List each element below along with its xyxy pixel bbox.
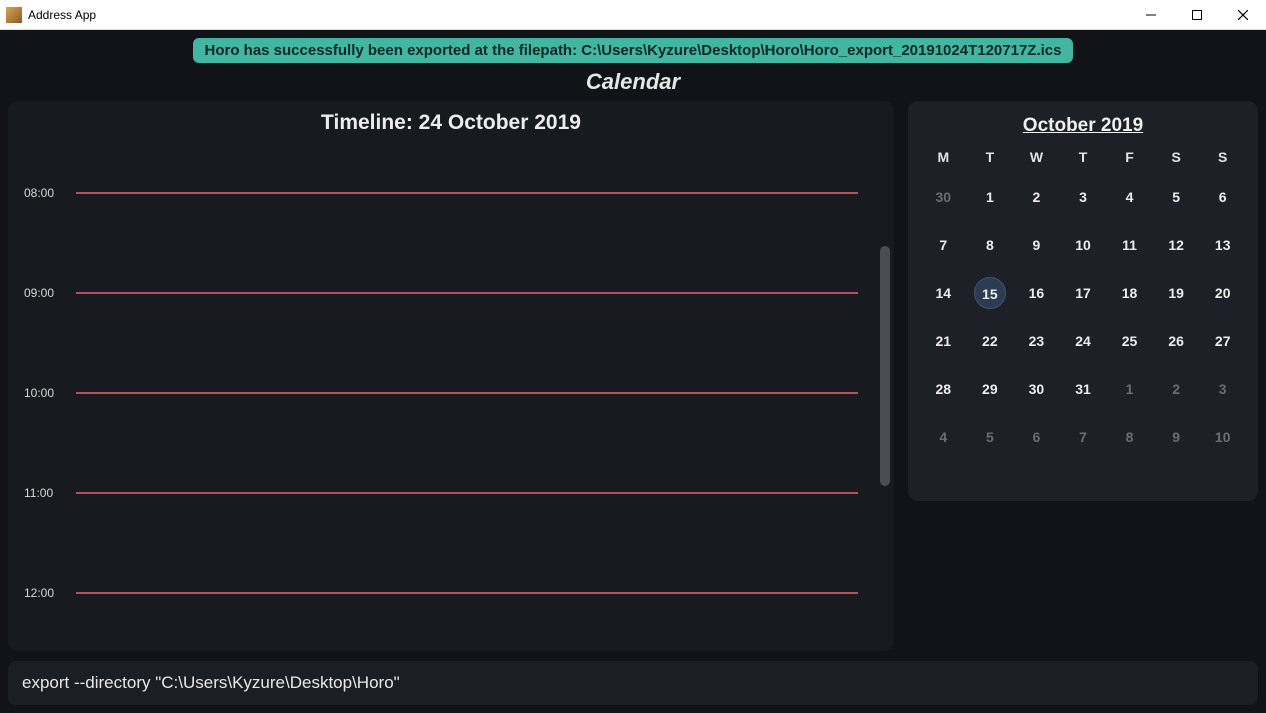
timeline-scrollbar-thumb[interactable] bbox=[880, 246, 890, 486]
calendar-day[interactable]: 25 bbox=[1114, 325, 1146, 357]
calendar-day[interactable]: 24 bbox=[1067, 325, 1099, 357]
timeline-hour-row: 11:00 bbox=[24, 443, 886, 543]
calendar-day[interactable]: 4 bbox=[1114, 181, 1146, 213]
hour-line bbox=[76, 392, 858, 394]
app-body: Horo has successfully been exported at t… bbox=[0, 30, 1266, 713]
timeline-hour-row: 09:00 bbox=[24, 243, 886, 343]
calendar-day[interactable]: 17 bbox=[1067, 277, 1099, 309]
calendar-day[interactable]: 9 bbox=[1020, 229, 1052, 261]
hour-line bbox=[76, 292, 858, 294]
hour-label: 12:00 bbox=[24, 586, 76, 600]
day-of-week-header: S bbox=[1199, 149, 1246, 165]
calendar-day[interactable]: 10 bbox=[1067, 229, 1099, 261]
month-calendar: October 2019 MTWTFSS30123456789101112131… bbox=[908, 101, 1258, 501]
calendar-day[interactable]: 5 bbox=[1160, 181, 1192, 213]
calendar-grid: MTWTFSS301234567891011121314151617181920… bbox=[920, 149, 1246, 453]
timeline-hour-row: 12:00 bbox=[24, 543, 886, 641]
calendar-day[interactable]: 9 bbox=[1160, 421, 1192, 453]
calendar-day[interactable]: 13 bbox=[1207, 229, 1239, 261]
calendar-day[interactable]: 16 bbox=[1020, 277, 1052, 309]
calendar-day[interactable]: 27 bbox=[1207, 325, 1239, 357]
hour-label: 08:00 bbox=[24, 186, 76, 200]
export-notification: Horo has successfully been exported at t… bbox=[193, 38, 1074, 63]
calendar-day[interactable]: 19 bbox=[1160, 277, 1192, 309]
hour-label: 11:00 bbox=[24, 486, 76, 500]
day-of-week-header: F bbox=[1106, 149, 1153, 165]
calendar-day[interactable]: 6 bbox=[1020, 421, 1052, 453]
calendar-day[interactable]: 1 bbox=[1114, 373, 1146, 405]
hour-label: 10:00 bbox=[24, 386, 76, 400]
month-title: October 2019 bbox=[920, 115, 1246, 137]
command-bar bbox=[8, 661, 1258, 705]
maximize-button[interactable] bbox=[1174, 0, 1220, 30]
calendar-day[interactable]: 30 bbox=[1020, 373, 1052, 405]
calendar-day[interactable]: 18 bbox=[1114, 277, 1146, 309]
hour-label: 09:00 bbox=[24, 286, 76, 300]
day-of-week-header: M bbox=[920, 149, 967, 165]
calendar-day[interactable]: 31 bbox=[1067, 373, 1099, 405]
minimize-button[interactable] bbox=[1128, 0, 1174, 30]
calendar-day[interactable]: 11 bbox=[1114, 229, 1146, 261]
calendar-day[interactable]: 22 bbox=[974, 325, 1006, 357]
command-input[interactable] bbox=[22, 673, 1244, 693]
calendar-day[interactable]: 4 bbox=[927, 421, 959, 453]
day-of-week-header: T bbox=[1060, 149, 1107, 165]
app-icon bbox=[6, 7, 22, 23]
calendar-day[interactable]: 8 bbox=[1114, 421, 1146, 453]
calendar-day[interactable]: 29 bbox=[974, 373, 1006, 405]
calendar-day[interactable]: 28 bbox=[927, 373, 959, 405]
calendar-day[interactable]: 30 bbox=[927, 181, 959, 213]
calendar-day[interactable]: 3 bbox=[1207, 373, 1239, 405]
hour-line bbox=[76, 492, 858, 494]
calendar-day[interactable]: 2 bbox=[1020, 181, 1052, 213]
day-of-week-header: T bbox=[967, 149, 1014, 165]
calendar-day[interactable]: 21 bbox=[927, 325, 959, 357]
timeline-scroll-area[interactable]: 08:00 09:00 10:00 11:00 12:00 bbox=[16, 143, 886, 641]
day-of-week-header: W bbox=[1013, 149, 1060, 165]
calendar-day[interactable]: 20 bbox=[1207, 277, 1239, 309]
timeline-hour-row: 10:00 bbox=[24, 343, 886, 443]
timeline-panel: Timeline: 24 October 2019 08:00 09:00 10:0… bbox=[8, 101, 894, 651]
hour-line bbox=[76, 192, 858, 194]
calendar-day[interactable]: 7 bbox=[927, 229, 959, 261]
calendar-day[interactable]: 15 bbox=[974, 277, 1006, 309]
main-area: Timeline: 24 October 2019 08:00 09:00 10:0… bbox=[8, 101, 1258, 651]
calendar-day[interactable]: 1 bbox=[974, 181, 1006, 213]
window-title: Address App bbox=[28, 8, 96, 22]
calendar-day[interactable]: 26 bbox=[1160, 325, 1192, 357]
window-titlebar: Address App bbox=[0, 0, 1266, 30]
close-button[interactable] bbox=[1220, 0, 1266, 30]
calendar-day[interactable]: 5 bbox=[974, 421, 1006, 453]
timeline-title: Timeline: 24 October 2019 bbox=[16, 111, 886, 135]
day-of-week-header: S bbox=[1153, 149, 1200, 165]
timeline-hour-row: 08:00 bbox=[24, 143, 886, 243]
calendar-day[interactable]: 14 bbox=[927, 277, 959, 309]
calendar-day[interactable]: 7 bbox=[1067, 421, 1099, 453]
calendar-day[interactable]: 8 bbox=[974, 229, 1006, 261]
timeline-scrollbar[interactable] bbox=[880, 151, 890, 641]
hour-line bbox=[76, 592, 858, 594]
calendar-day[interactable]: 2 bbox=[1160, 373, 1192, 405]
calendar-day[interactable]: 6 bbox=[1207, 181, 1239, 213]
page-title: Calendar bbox=[8, 69, 1258, 95]
calendar-day[interactable]: 23 bbox=[1020, 325, 1052, 357]
calendar-day[interactable]: 10 bbox=[1207, 421, 1239, 453]
calendar-day[interactable]: 3 bbox=[1067, 181, 1099, 213]
calendar-day[interactable]: 12 bbox=[1160, 229, 1192, 261]
